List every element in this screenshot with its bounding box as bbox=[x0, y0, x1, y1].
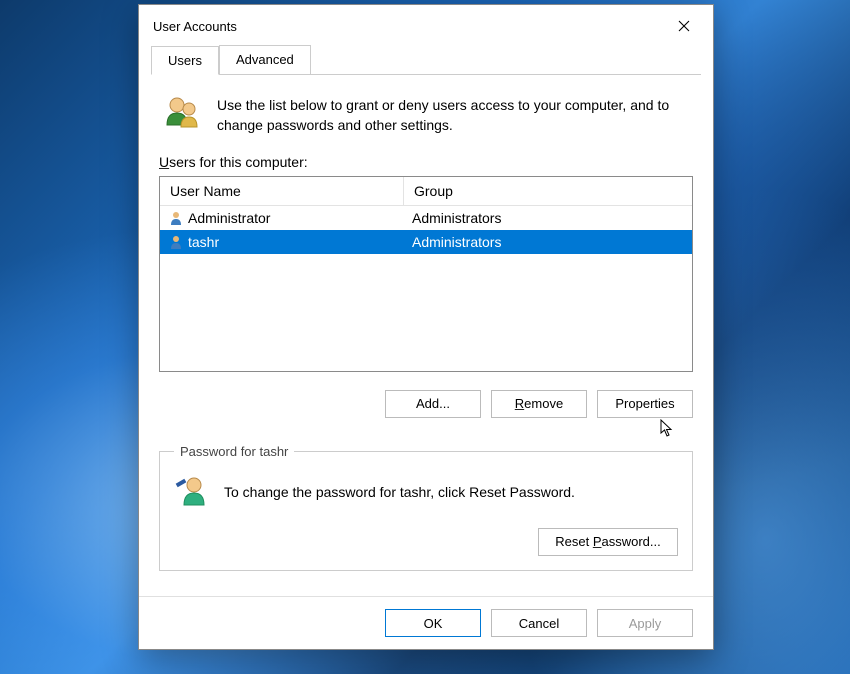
cell-group: Administrators bbox=[404, 208, 692, 228]
close-button[interactable] bbox=[667, 12, 701, 40]
key-user-icon bbox=[174, 473, 210, 512]
table-row[interactable]: tashr Administrators bbox=[160, 230, 692, 254]
username-text: Administrator bbox=[188, 210, 270, 226]
password-groupbox: Password for tashr To change the passwor… bbox=[159, 444, 693, 571]
properties-button[interactable]: Properties bbox=[597, 390, 693, 418]
username-text: tashr bbox=[188, 234, 219, 250]
listview-header: User Name Group bbox=[160, 177, 692, 206]
cancel-button[interactable]: Cancel bbox=[491, 609, 587, 637]
user-accounts-dialog: User Accounts Users Advanced Use the lis… bbox=[138, 4, 714, 650]
users-icon bbox=[163, 93, 201, 136]
password-legend: Password for tashr bbox=[174, 444, 294, 459]
user-icon bbox=[168, 234, 184, 250]
dialog-title: User Accounts bbox=[153, 19, 237, 34]
users-list-label: Users for this computer: bbox=[159, 154, 693, 170]
users-listview[interactable]: User Name Group Administrator Administra… bbox=[159, 176, 693, 372]
add-button[interactable]: Add... bbox=[385, 390, 481, 418]
cell-username: tashr bbox=[160, 232, 404, 252]
table-row[interactable]: Administrator Administrators bbox=[160, 206, 692, 230]
user-action-buttons: Add... Remove Properties bbox=[159, 390, 693, 418]
tab-users[interactable]: Users bbox=[151, 46, 219, 75]
tab-advanced[interactable]: Advanced bbox=[219, 45, 311, 74]
cell-username: Administrator bbox=[160, 208, 404, 228]
reset-password-button[interactable]: Reset Password... bbox=[538, 528, 678, 556]
ok-button[interactable]: OK bbox=[385, 609, 481, 637]
intro-section: Use the list below to grant or deny user… bbox=[159, 89, 693, 154]
close-icon bbox=[678, 20, 690, 32]
cell-group: Administrators bbox=[404, 232, 692, 252]
remove-button[interactable]: Remove bbox=[491, 390, 587, 418]
intro-text: Use the list below to grant or deny user… bbox=[217, 93, 689, 136]
column-username[interactable]: User Name bbox=[160, 177, 404, 206]
tab-strip: Users Advanced bbox=[151, 45, 701, 75]
column-group[interactable]: Group bbox=[404, 177, 692, 206]
password-instruction: To change the password for tashr, click … bbox=[224, 484, 575, 500]
dialog-bottom-buttons: OK Cancel Apply bbox=[139, 596, 713, 649]
apply-button[interactable]: Apply bbox=[597, 609, 693, 637]
user-icon bbox=[168, 210, 184, 226]
titlebar: User Accounts bbox=[139, 5, 713, 45]
tab-content-users: Use the list below to grant or deny user… bbox=[139, 75, 713, 581]
